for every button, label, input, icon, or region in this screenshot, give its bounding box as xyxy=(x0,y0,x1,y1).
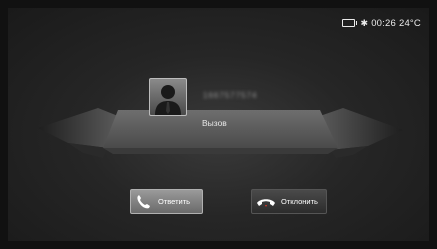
answer-label: Ответить xyxy=(158,197,191,206)
answer-button[interactable]: Ответить xyxy=(130,189,203,214)
decline-button[interactable]: Отклонить xyxy=(251,189,327,214)
call-screen: ✱ 00:26 24°C 1667577574 Вызов Ответить О… xyxy=(8,8,429,241)
battery-icon xyxy=(342,19,358,27)
contact-avatar xyxy=(149,78,187,116)
call-status: Вызов xyxy=(202,118,227,128)
phone-answer-icon xyxy=(137,194,150,208)
caller-number: 1667577574 xyxy=(203,91,258,100)
person-silhouette-icon xyxy=(155,85,181,115)
status-bar: ✱ 00:26 24°C xyxy=(342,17,421,29)
decline-label: Отклонить xyxy=(281,197,318,206)
temperature: 24°C xyxy=(398,17,421,29)
clock-time: 00:26 xyxy=(371,17,396,29)
phone-hangup-icon xyxy=(257,198,275,207)
bluetooth-icon: ✱ xyxy=(360,17,369,28)
